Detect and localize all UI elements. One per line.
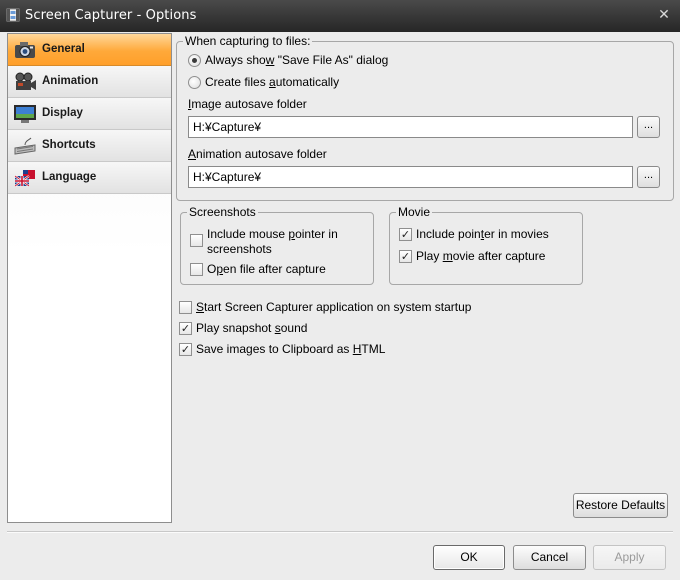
checkbox[interactable]: ✓ bbox=[179, 343, 192, 356]
checkbox[interactable]: ✓ bbox=[399, 228, 412, 241]
option-label: Create files automatically bbox=[205, 75, 340, 89]
camera-icon bbox=[15, 42, 35, 58]
film-camera-icon bbox=[15, 72, 36, 90]
image-folder-browse-button[interactable]: ... bbox=[637, 116, 660, 138]
options-window: Screen Capturer - Options ✕ General Anim… bbox=[0, 0, 680, 580]
image-folder-input[interactable] bbox=[188, 116, 633, 138]
option-label: Always show "Save File As" dialog bbox=[205, 53, 389, 67]
option-label: Save images to Clipboard as HTML bbox=[196, 342, 386, 356]
group-legend: Screenshots bbox=[187, 204, 258, 220]
sidebar-item-general[interactable]: General bbox=[8, 34, 171, 66]
close-icon: ✕ bbox=[658, 7, 670, 23]
ok-button[interactable]: OK bbox=[433, 545, 505, 570]
option-label: Play movie after capture bbox=[416, 249, 546, 263]
screenshots-group: Screenshots Include mouse pointer in scr… bbox=[180, 204, 374, 285]
footer-divider bbox=[7, 531, 673, 533]
option-label: Play snapshot sound bbox=[196, 321, 308, 335]
sidebar-item-label: General bbox=[42, 43, 85, 55]
option-label: Include mouse pointer in bbox=[207, 227, 338, 241]
close-button[interactable]: ✕ bbox=[652, 4, 676, 26]
include-pointer-movies-checkbox[interactable]: ✓ Include pointer in movies bbox=[399, 227, 569, 243]
animation-folder-browse-button[interactable]: ... bbox=[637, 166, 660, 188]
checkbox[interactable] bbox=[179, 301, 192, 314]
include-pointer-screenshots-checkbox[interactable]: Include mouse pointer in screenshots bbox=[190, 227, 368, 257]
play-snapshot-sound-checkbox[interactable]: ✓ Play snapshot sound bbox=[179, 321, 319, 337]
apply-button[interactable]: Apply bbox=[593, 545, 666, 570]
monitor-icon bbox=[14, 105, 36, 123]
option-label: Start Screen Capturer application on sys… bbox=[196, 300, 472, 314]
radio-button[interactable] bbox=[188, 54, 201, 67]
checkbox[interactable] bbox=[190, 263, 203, 276]
checkbox[interactable]: ✓ bbox=[399, 250, 412, 263]
app-film-icon bbox=[6, 8, 20, 22]
option-label-line2: screenshots bbox=[207, 242, 272, 256]
open-file-after-capture-checkbox[interactable]: Open file after capture bbox=[190, 262, 360, 278]
animation-folder-input[interactable] bbox=[188, 166, 633, 188]
sidebar-item-label: Animation bbox=[42, 75, 99, 87]
sidebar-item-label: Language bbox=[42, 171, 97, 183]
radio-button[interactable] bbox=[188, 76, 201, 89]
radio-dot bbox=[192, 58, 197, 63]
sidebar-nav: General Animation Display Shortcuts Lang… bbox=[7, 33, 172, 523]
sidebar-item-language[interactable]: Language bbox=[8, 162, 171, 194]
sidebar-item-label: Shortcuts bbox=[42, 139, 96, 151]
restore-defaults-button[interactable]: Restore Defaults bbox=[573, 493, 668, 518]
title-bar: Screen Capturer - Options ✕ bbox=[0, 0, 680, 32]
option-label: Include pointer in movies bbox=[416, 227, 549, 241]
cancel-button[interactable]: Cancel bbox=[513, 545, 586, 570]
image-folder-label: Image autosave folder bbox=[188, 97, 307, 111]
option-label: Open file after capture bbox=[207, 262, 326, 276]
sidebar-item-animation[interactable]: Animation bbox=[8, 66, 171, 98]
group-legend: When capturing to files: bbox=[183, 33, 313, 49]
create-files-auto-radio[interactable]: Create files automatically bbox=[188, 75, 388, 91]
animation-folder-label: Animation autosave folder bbox=[188, 147, 327, 161]
keyboard-icon bbox=[14, 137, 36, 155]
sidebar-item-label: Display bbox=[42, 107, 83, 119]
group-legend: Movie bbox=[396, 204, 433, 220]
start-on-startup-checkbox[interactable]: Start Screen Capturer application on sys… bbox=[179, 300, 479, 316]
checkbox[interactable]: ✓ bbox=[179, 322, 192, 335]
sidebar-item-display[interactable]: Display bbox=[8, 98, 171, 130]
movie-group: Movie ✓ Include pointer in movies ✓ Play… bbox=[389, 204, 583, 285]
checkbox[interactable] bbox=[190, 234, 203, 247]
always-show-save-radio[interactable]: Always show "Save File As" dialog bbox=[188, 53, 428, 69]
sidebar-item-shortcuts[interactable]: Shortcuts bbox=[8, 130, 171, 162]
window-title: Screen Capturer - Options bbox=[25, 8, 197, 23]
capture-files-group: When capturing to files: Always show "Sa… bbox=[176, 33, 674, 201]
save-clipboard-html-checkbox[interactable]: ✓ Save images to Clipboard as HTML bbox=[179, 342, 389, 358]
flag-icon bbox=[14, 170, 35, 187]
play-movie-after-capture-checkbox[interactable]: ✓ Play movie after capture bbox=[399, 249, 569, 265]
